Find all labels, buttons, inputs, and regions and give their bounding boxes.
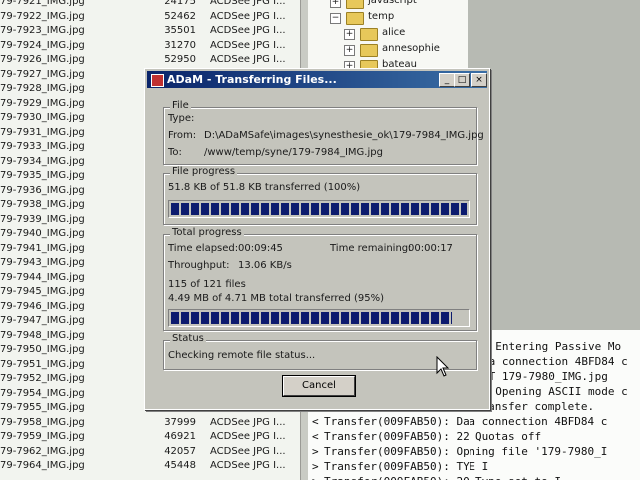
status-label: Status — [170, 333, 206, 344]
dialog-titlebar[interactable]: ADaM - Transferring Files... _ □ × — [147, 71, 487, 88]
empty-pane — [468, 0, 640, 330]
tree-expander-icon[interactable]: + — [344, 45, 355, 56]
from-label: From: — [168, 130, 197, 141]
log-line: 0 Opening ASCII mode c — [482, 385, 628, 398]
from-path: D:\ADaMSafe\images\synesthesie_ok\179-79… — [204, 130, 484, 141]
cancel-button[interactable]: Cancel — [282, 375, 356, 397]
log-line: Transfer(009FAB50): Opening file '179-79… — [470, 445, 608, 458]
tree-item-label[interactable]: javascript — [368, 0, 417, 8]
tree-item-label[interactable]: annesophie — [382, 42, 440, 56]
throughput-label: Throughput: — [168, 260, 230, 271]
total-progress-label: Total progress — [170, 227, 244, 238]
log-direction-marker: > — [312, 475, 319, 480]
log-direction-marker: < — [312, 415, 319, 428]
folder-icon — [360, 44, 378, 57]
tree-item-label[interactable]: alice — [382, 26, 405, 40]
file-progress-label: File progress — [170, 166, 238, 177]
log-line: ST 179-7980_IMG.jpg — [482, 370, 608, 383]
log-direction-marker: > — [312, 460, 319, 473]
transfer-log-prefixes: <<<>>>Transfer(009FAB50): 226-Transfer c… — [308, 398, 470, 480]
folder-icon — [360, 28, 378, 41]
log-line: Transfer(009FAB50): TYPE I — [470, 460, 489, 473]
log-direction-marker: > — [312, 445, 319, 458]
mouse-pointer-icon — [436, 356, 450, 377]
log-line: Transfer(009FAB50): Opening file '179-79… — [324, 445, 470, 458]
type-label: Type: — [168, 113, 195, 124]
log-line: Transfer(009FAB50): 200 Type set to I. — [470, 475, 568, 480]
total-transferred-text: 4.49 MB of 4.71 MB total transferred (95… — [168, 293, 385, 304]
dialog-title: ADaM - Transferring Files... — [167, 73, 337, 86]
file-row[interactable]: 79-7964_IMG.jpg 45448 ACDSee JPG I... — [0, 458, 300, 474]
elapsed-value: 00:09:45 — [238, 243, 283, 254]
total-progress-group: Total progress Time elapsed: 00:09:45 Ti… — [163, 227, 477, 331]
files-count-text: 115 of 121 files — [168, 279, 246, 290]
remaining-label: Time remaining: — [330, 243, 412, 254]
folder-icon — [346, 0, 364, 9]
total-progress-bar — [168, 309, 470, 327]
close-button[interactable]: × — [471, 73, 487, 87]
log-line: ta connection 4BFD84 c — [482, 355, 628, 368]
status-group: Status Checking remote file status... — [163, 333, 477, 370]
file-name: 79-7964_IMG.jpg — [0, 460, 85, 471]
tree-expander-icon[interactable]: − — [330, 13, 341, 24]
file-progress-text: 51.8 KB of 51.8 KB transferred (100%) — [168, 182, 361, 193]
to-path: /www/temp/syne/179-7984_IMG.jpg — [204, 147, 383, 158]
app-icon — [151, 74, 164, 87]
folder-icon — [346, 12, 364, 25]
log-line: Transfer(009FAB50): 200 Type set to I. — [324, 475, 470, 480]
log-line: Transfer(009FAB50): Data connection 4BFD… — [470, 415, 608, 428]
tree-item-label[interactable]: temp — [368, 10, 394, 24]
file-progress-fill — [171, 203, 467, 215]
maximize-button[interactable]: □ — [454, 73, 470, 87]
elapsed-label: Time elapsed: — [168, 243, 239, 254]
file-group-label: File — [170, 100, 191, 111]
log-line: Transfer(009FAB50): 226 Quotas off — [324, 430, 470, 443]
transfer-log: 7 Entering Passive Mo ta connection 4BFD8… — [470, 330, 640, 480]
log-line: Transfer(009FAB50): 226 Quotas off — [470, 430, 542, 443]
to-label: To: — [168, 147, 182, 158]
folder-tree: + javascript − temp + alice + annesophie + bateau — [308, 0, 468, 70]
total-progress-fill — [171, 312, 452, 324]
file-progress-bar — [168, 200, 470, 218]
tree-expander-icon[interactable]: + — [344, 29, 355, 40]
file-progress-group: File progress 51.8 KB of 51.8 KB transfe… — [163, 166, 477, 225]
file-type: ACDSee JPG I... — [210, 460, 286, 471]
remaining-value: 00:00:17 — [408, 243, 453, 254]
log-direction-marker: < — [312, 430, 319, 443]
log-line: Transfer(009FAB50): TYPE I — [324, 460, 470, 473]
log-line: 7 Entering Passive Mo — [482, 340, 622, 353]
minimize-button[interactable]: _ — [439, 73, 455, 87]
throughput-value: 13.06 KB/s — [238, 260, 292, 271]
tree-expander-icon[interactable]: + — [330, 0, 341, 8]
file-size: 45448 — [164, 460, 196, 471]
file-group: File Type: From: D:\ADaMSafe\images\syne… — [163, 100, 484, 165]
status-text: Checking remote file status... — [168, 350, 316, 361]
log-line: Transfer(009FAB50): Data connection 4BFD… — [324, 415, 470, 428]
